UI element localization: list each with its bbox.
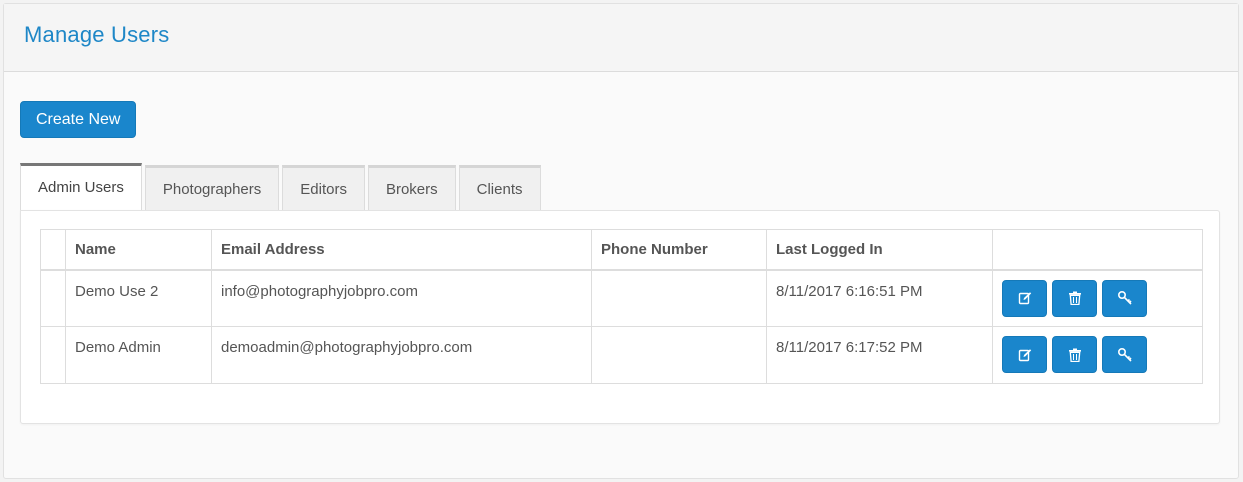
column-header-select [40,229,66,271]
column-header-name: Name [65,229,212,271]
column-header-actions [992,229,1203,271]
page-header: Manage Users [4,4,1238,72]
user-type-tabs: Admin Users Photographers Editors Broker… [20,163,544,211]
page-title: Manage Users [24,22,170,47]
column-header-last-login: Last Logged In [766,229,993,271]
trash-icon [1068,291,1081,305]
row-actions-cell [992,269,1203,327]
trash-icon [1068,348,1081,362]
column-header-email: Email Address [211,229,592,271]
user-phone-cell [591,269,767,327]
delete-button[interactable] [1052,336,1098,373]
key-icon [1117,347,1132,362]
table-row: Demo Admin demoadmin@photographyjobpro.c… [40,326,1203,384]
user-name-cell: Demo Admin [65,326,212,384]
edit-button[interactable] [1002,336,1047,373]
table-header-row: Name Email Address Phone Number Last Log… [40,229,1203,271]
edit-icon [1018,292,1031,305]
create-new-button[interactable]: Create New [20,101,137,138]
tab-clients[interactable]: Clients [458,165,541,211]
delete-button[interactable] [1052,279,1098,317]
tab-panel: Name Email Address Phone Number Last Log… [20,210,1220,424]
user-email-cell: demoadmin@photographyjobpro.com [211,326,592,384]
user-name-cell: Demo Use 2 [65,269,212,327]
edit-button[interactable] [1002,279,1047,317]
user-last-login-cell: 8/11/2017 6:17:52 PM [766,326,993,384]
column-header-phone: Phone Number [591,229,767,271]
tab-editors[interactable]: Editors [282,165,365,211]
reset-password-button[interactable] [1102,336,1148,373]
users-table: Name Email Address Phone Number Last Log… [40,229,1203,384]
page-container: Manage Users Create New Admin Users Phot… [3,3,1239,479]
tab-admin-users[interactable]: Admin Users [20,163,142,211]
tab-photographers[interactable]: Photographers [144,165,280,211]
table-row: Demo Use 2 info@photographyjobpro.com 8/… [40,269,1203,327]
user-last-login-cell: 8/11/2017 6:16:51 PM [766,269,993,327]
user-email-cell: info@photographyjobpro.com [211,269,592,327]
key-icon [1117,290,1132,305]
row-select-cell[interactable] [40,326,66,384]
edit-icon [1018,348,1031,361]
row-select-cell[interactable] [40,269,66,327]
user-phone-cell [591,326,767,384]
reset-password-button[interactable] [1102,279,1148,317]
row-actions-cell [992,326,1203,384]
tab-brokers[interactable]: Brokers [367,165,456,211]
